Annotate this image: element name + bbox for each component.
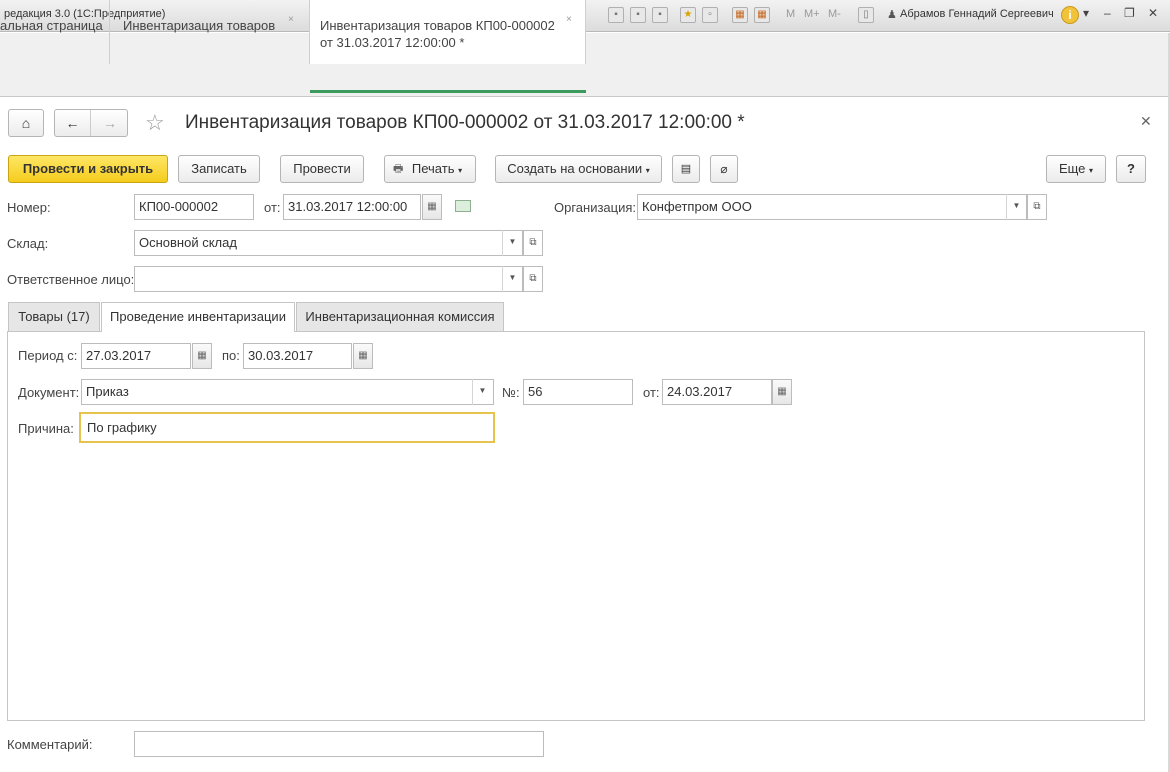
comment-label: Комментарий: [7,737,93,752]
doc-number-label: №: [502,385,520,400]
print-label: Печать [411,161,455,176]
reason-field[interactable]: По графику [79,412,495,443]
reason-label: Причина: [18,421,74,436]
help-button[interactable]: ? [1116,155,1146,183]
chevron-down-icon: ▾ [1089,166,1094,175]
comment-field[interactable] [134,731,544,757]
tab-inventory-list[interactable]: Инвентаризация товаров × [110,0,310,64]
document-status-icon[interactable] [455,200,471,212]
printer-icon: 🖶 [393,163,404,175]
number-label: Номер: [7,200,51,215]
chevron-down-icon[interactable]: ▼ [502,266,522,292]
document-label: Документ: [18,385,80,400]
warehouse-field[interactable]: Основной склад [134,230,523,256]
history-icon[interactable]: ▫ [702,7,718,23]
open-icon[interactable]: ⧉ [523,230,543,256]
tab-inventory-conduct[interactable]: Проведение инвентаризации [101,302,295,333]
nav-buttons: ← → [54,109,128,137]
create-based-on-button[interactable]: Создать на основании ▾ [495,155,662,183]
page-title: Инвентаризация товаров КП00-000002 от 31… [185,112,745,133]
calculator-icon[interactable]: ▦ [732,7,748,23]
attachment-icon[interactable]: ⌀ [710,155,738,183]
preview-icon[interactable]: ▪ [652,7,668,23]
memory-minus-button[interactable]: M- [828,8,841,20]
minimize-icon[interactable]: – [1104,6,1111,20]
doc-date-field[interactable]: 24.03.2017 [662,379,772,405]
post-button[interactable]: Провести [280,155,364,183]
chevron-down-icon: ▾ [645,166,650,175]
open-icon[interactable]: ⧉ [523,266,543,292]
info-icon[interactable]: i [1061,6,1079,24]
forward-arrow-icon[interactable]: → [92,110,128,136]
organization-label: Организация: [554,200,637,215]
save-icon[interactable]: ▪ [608,7,624,23]
tab-label: альная страница [0,18,103,33]
more-label: Еще [1058,161,1086,176]
more-button[interactable]: Еще ▾ [1046,155,1106,183]
tab-label-line2: от 31.03.2017 12:00:00 * [320,35,465,50]
calendar-icon[interactable]: ▦ [192,343,212,369]
print-button[interactable]: 🖶 Печать ▾ [384,155,476,183]
user-icon: ♟ [887,9,897,21]
document-field[interactable]: Приказ [81,379,494,405]
date-field[interactable]: 31.03.2017 12:00:00 [283,194,421,220]
memory-plus-button[interactable]: M+ [804,8,820,20]
open-icon[interactable]: ⧉ [1027,194,1047,220]
print-icon[interactable]: ▪ [630,7,646,23]
calendar-icon[interactable]: ▦ [754,7,770,23]
tab-goods[interactable]: Товары (17) [8,302,100,332]
save-button[interactable]: Записать [178,155,260,183]
chevron-down-icon: ▾ [458,166,463,175]
close-icon[interactable]: × [288,14,294,25]
doc-date-label: от: [643,385,660,400]
star-icon[interactable]: ☆ [145,110,165,136]
back-arrow-icon[interactable]: ← [55,110,91,136]
chevron-down-icon[interactable]: ▼ [472,379,492,405]
report-icon[interactable]: ▤ [672,155,700,183]
tab-label: Инвентаризация товаров [123,18,276,33]
date-label: от: [264,200,281,215]
chevron-down-icon[interactable]: ▼ [1006,194,1026,220]
close-icon[interactable]: × [566,14,572,25]
post-and-close-button[interactable]: Провести и закрыть [8,155,168,183]
period-from-field[interactable]: 27.03.2017 [81,343,191,369]
memory-m-button[interactable]: M [786,8,795,20]
tab-label-line1: Инвентаризация товаров КП00-000002 [320,18,555,33]
period-from-label: Период с: [18,348,78,363]
create-based-on-label: Создать на основании [507,161,643,176]
tab-inventory-document[interactable]: Инвентаризация товаров КП00-000002 от 31… [310,0,586,64]
number-field[interactable]: КП00-000002 [134,194,254,220]
calendar-icon[interactable]: ▦ [353,343,373,369]
panels-icon[interactable]: ▯ [858,7,874,23]
calendar-icon[interactable]: ▦ [422,194,442,220]
close-icon[interactable]: ✕ [1140,113,1152,130]
current-user[interactable]: Абрамов Геннадий Сергеевич [900,8,1054,20]
tab-inventory-commission[interactable]: Инвентаризационная комиссия [296,302,504,332]
period-to-label: по: [222,348,240,363]
organization-field[interactable]: Конфетпром ООО [637,194,1027,220]
tab-home-page[interactable]: альная страница [0,0,110,64]
period-to-field[interactable]: 30.03.2017 [243,343,352,369]
responsible-field[interactable] [134,266,523,292]
doc-number-field[interactable]: 56 [523,379,633,405]
calendar-icon[interactable]: ▦ [772,379,792,405]
chevron-down-icon[interactable]: ▼ [502,230,522,256]
close-window-icon[interactable]: ✕ [1148,6,1158,20]
chevron-down-icon[interactable]: ▾ [1083,6,1089,20]
favorites-icon[interactable]: ★ [680,7,696,23]
home-button[interactable]: ⌂ [8,109,44,137]
active-tab-indicator [310,90,586,93]
responsible-label: Ответственное лицо: [7,272,135,287]
warehouse-label: Склад: [7,236,49,251]
active-tab-joint [102,330,294,333]
restore-icon[interactable]: ❐ [1124,6,1135,20]
